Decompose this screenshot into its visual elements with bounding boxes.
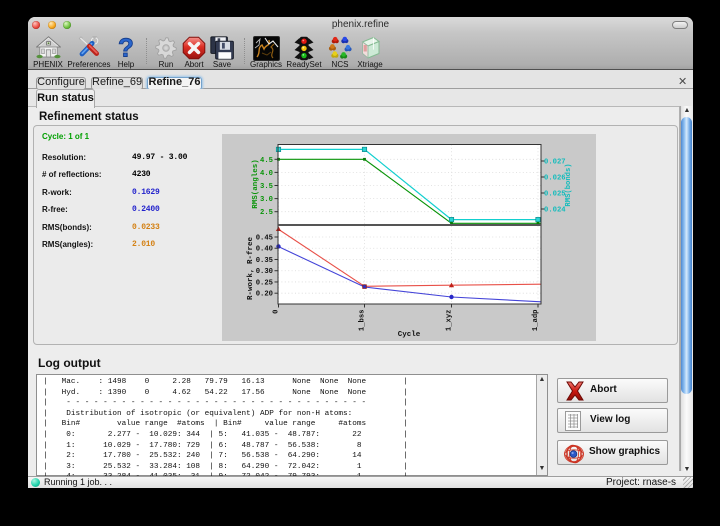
svg-text:RMS(angles): RMS(angles) [252, 159, 260, 209]
svg-text:4.5: 4.5 [260, 157, 273, 165]
svg-text:1_bss: 1_bss [358, 310, 366, 332]
svg-text:2.5: 2.5 [260, 209, 273, 217]
svg-text:4.0: 4.0 [260, 170, 273, 178]
svg-text:0.026: 0.026 [544, 175, 566, 183]
svg-text:3.5: 3.5 [260, 183, 273, 191]
svg-text:Cycle: Cycle [398, 331, 421, 339]
svg-text:0.45: 0.45 [256, 235, 273, 243]
svg-text:0.20: 0.20 [256, 291, 273, 299]
svg-text:R-work, R-free: R-work, R-free [247, 236, 255, 300]
svg-text:0: 0 [272, 310, 280, 314]
svg-text:0.25: 0.25 [256, 279, 273, 287]
svg-text:0.024: 0.024 [544, 207, 566, 215]
svg-text:0.40: 0.40 [256, 246, 273, 254]
svg-text:3.0: 3.0 [260, 196, 273, 204]
svg-text:1_adp: 1_adp [532, 310, 540, 332]
svg-text:RMS(bonds): RMS(bonds) [565, 163, 573, 206]
svg-text:1_xyz: 1_xyz [445, 310, 453, 332]
svg-text:0.025: 0.025 [544, 191, 566, 199]
svg-text:0.30: 0.30 [256, 268, 273, 276]
svg-text:0.35: 0.35 [256, 257, 273, 265]
svg-text:0.027: 0.027 [544, 159, 566, 167]
